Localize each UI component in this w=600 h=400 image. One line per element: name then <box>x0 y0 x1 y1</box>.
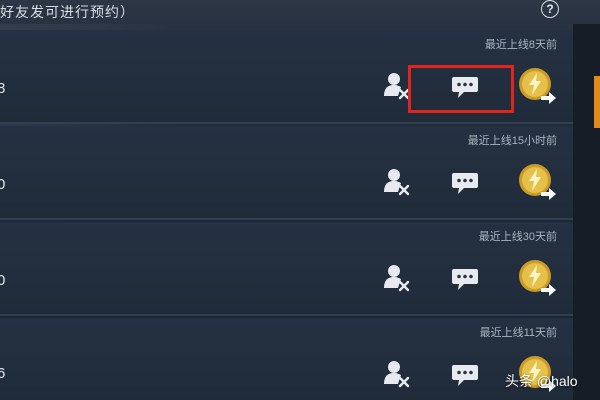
friend-row: 0 最近上线15小时前 <box>0 126 573 220</box>
remove-friend-button[interactable] <box>381 262 413 294</box>
side-strip <box>573 0 600 400</box>
gift-button[interactable] <box>517 66 557 106</box>
remove-friend-button[interactable] <box>381 166 413 198</box>
chat-button[interactable] <box>449 262 481 294</box>
watermark: 头条 @halo <box>505 373 578 389</box>
chat-bubble-icon <box>452 269 478 290</box>
chat-bubble-icon <box>452 365 478 386</box>
header-bar: 好友发可进行预约） ? <box>0 0 600 24</box>
highlight-annotation <box>408 65 514 113</box>
scroll-indicator[interactable] <box>594 76 600 128</box>
chat-bubble-icon <box>452 173 478 194</box>
last-online-text: 最近上线11天前 <box>479 327 557 339</box>
friend-row: 6 最近上线11天前 <box>0 318 573 400</box>
remove-friend-icon <box>384 169 410 196</box>
remove-friend-icon <box>384 361 410 388</box>
friend-row: 0 最近上线30天前 <box>0 222 573 316</box>
friend-level: 0 <box>0 272 6 289</box>
friend-level: 8 <box>0 80 6 97</box>
gift-button[interactable] <box>517 258 557 298</box>
gift-button[interactable] <box>517 162 557 202</box>
last-online-text: 最近上线8天前 <box>484 39 557 51</box>
friend-level: 6 <box>0 365 6 382</box>
header-title: 好友发可进行预约） <box>0 4 135 20</box>
chat-button[interactable] <box>449 166 481 198</box>
gift-coin-icon <box>519 164 556 200</box>
friend-level: 0 <box>0 176 6 193</box>
gift-coin-icon <box>519 260 556 296</box>
help-button[interactable]: ? <box>541 0 559 18</box>
last-online-text: 最近上线15小时前 <box>467 135 557 147</box>
chat-button[interactable] <box>449 358 481 390</box>
gift-coin-icon <box>519 68 556 104</box>
remove-friend-button[interactable] <box>381 358 413 390</box>
remove-friend-icon <box>384 265 410 292</box>
last-online-text: 最近上线30天前 <box>478 231 557 243</box>
